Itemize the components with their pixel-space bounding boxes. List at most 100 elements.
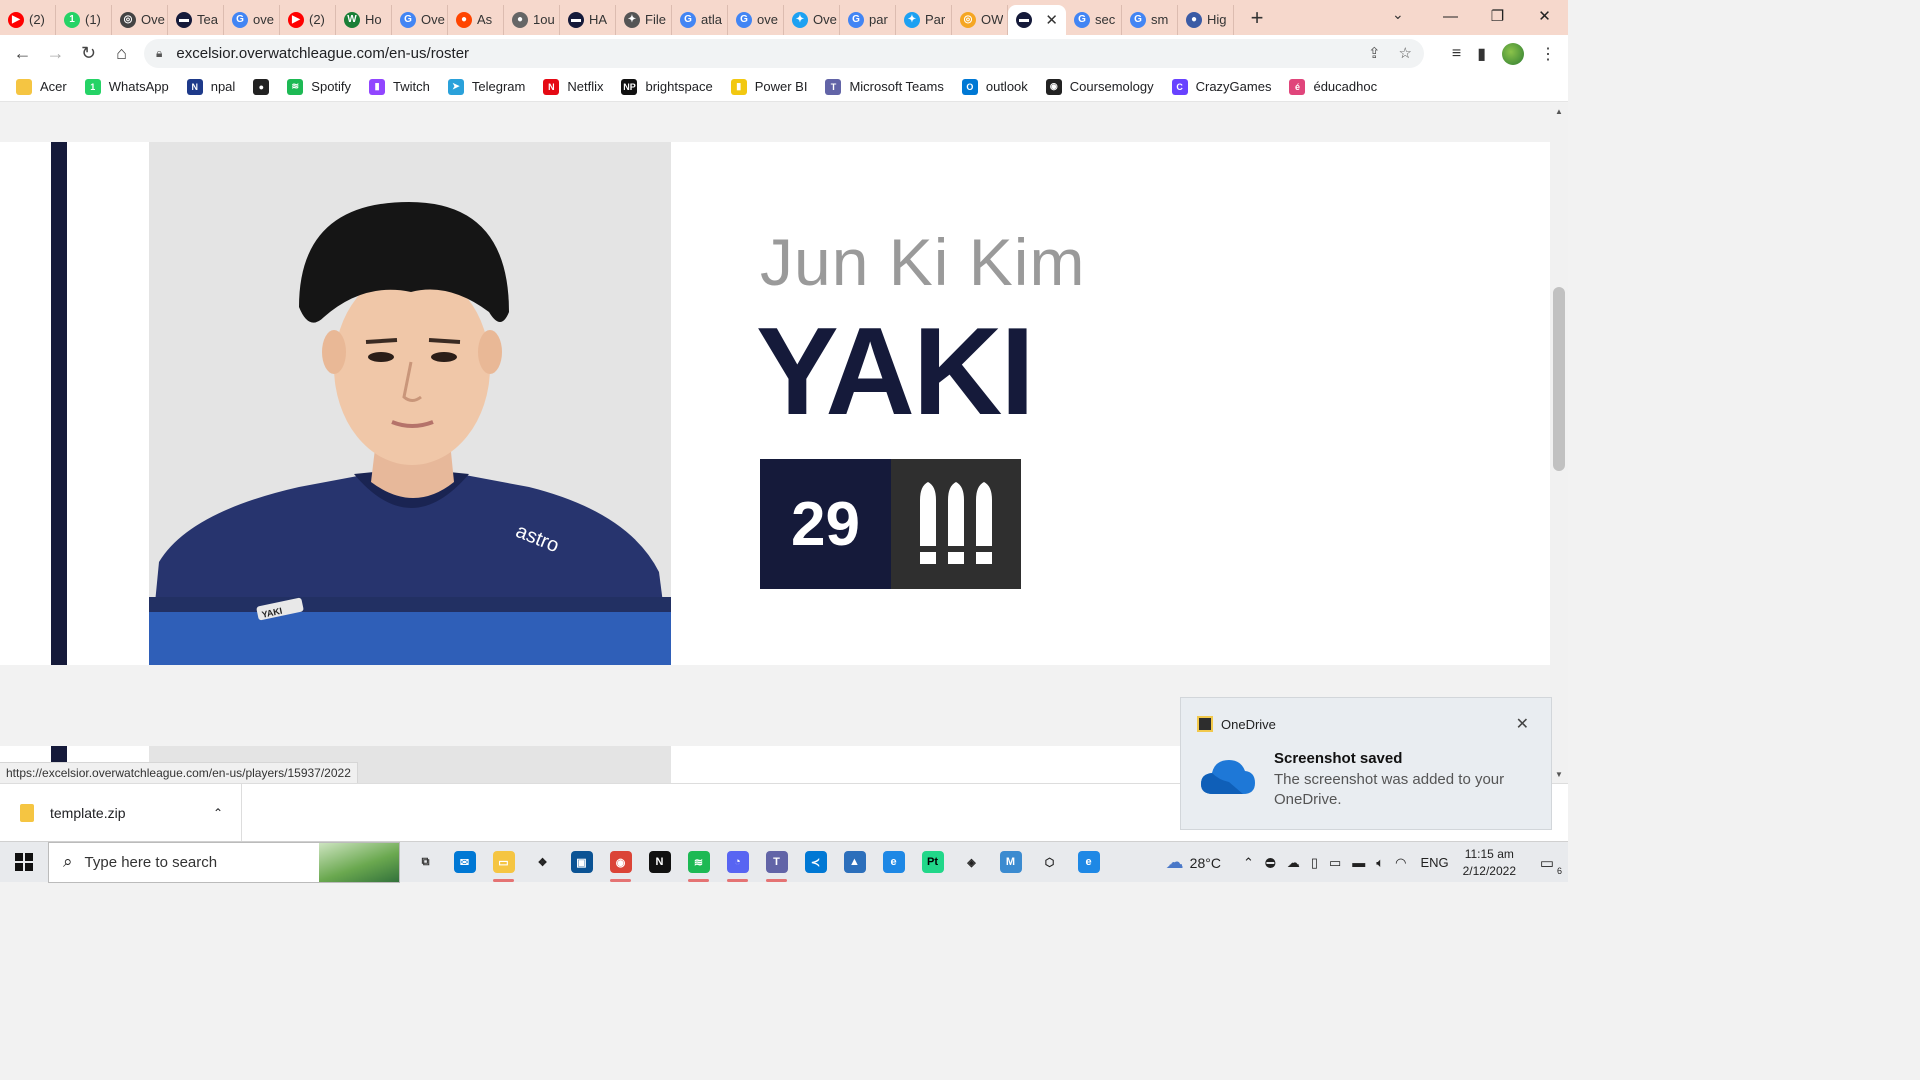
taskbar-app[interactable]: ✉ xyxy=(445,842,484,883)
notification-center-icon[interactable]: ▭ 6 xyxy=(1530,854,1564,876)
browser-tab[interactable]: Gsec xyxy=(1066,4,1122,35)
scroll-up-icon[interactable]: ▲ xyxy=(1555,107,1563,116)
player-card[interactable]: YAKI astro Jun Ki Kim YAKI 29 xyxy=(0,142,1550,665)
browser-tab[interactable]: ▬ HA xyxy=(560,4,616,35)
taskbar-app[interactable]: ◔ xyxy=(718,842,757,883)
search-placeholder: Type here to search xyxy=(84,853,218,871)
telegram-icon: ➤ xyxy=(447,78,464,95)
taskbar-app[interactable]: N xyxy=(640,842,679,883)
taskbar-search-input[interactable]: ⌕ Type here to search xyxy=(48,841,400,883)
bookmark-item[interactable]: ▮ Power BI xyxy=(730,78,807,95)
bookmark-item[interactable]: ➤ Telegram xyxy=(447,78,525,95)
taskbar-app[interactable]: ⧉ xyxy=(406,842,445,883)
bookmark-item[interactable]: ◉ Coursemology xyxy=(1045,78,1154,95)
media-control-icon[interactable]: ≡ xyxy=(1452,45,1461,63)
device-icon[interactable]: ▯ xyxy=(1311,855,1318,871)
cloud-sync-icon[interactable]: ☁ xyxy=(1287,855,1300,871)
browser-tab[interactable]: 1 (1) xyxy=(56,4,112,35)
close-tab-icon[interactable]: ✕ xyxy=(1045,11,1058,29)
bookmark-item[interactable]: N Netflix xyxy=(543,78,603,95)
share-icon[interactable]: ⇪ xyxy=(1368,44,1381,62)
browser-tab[interactable]: ● As xyxy=(448,4,504,35)
bookmark-item[interactable]: Ooutlook xyxy=(961,78,1028,95)
taskbar-app[interactable]: T xyxy=(757,842,796,883)
taskbar-app[interactable]: ≋ xyxy=(679,842,718,883)
onedrive-notification[interactable]: OneDrive ✕ Screenshot saved The screensh… xyxy=(1180,697,1552,830)
tab-title: Ove xyxy=(813,12,837,27)
taskbar-app[interactable]: e xyxy=(1069,842,1108,883)
weather-widget[interactable]: ☁ 28°C xyxy=(1166,852,1221,873)
chevron-up-icon[interactable]: ⌃ xyxy=(1243,855,1254,871)
bookmark-item[interactable]: Acer xyxy=(16,78,67,95)
side-panel-icon[interactable]: ▮ xyxy=(1477,44,1486,64)
taskbar-app[interactable]: ▭ xyxy=(484,842,523,883)
back-icon[interactable]: ← xyxy=(6,43,39,64)
browser-tab[interactable]: ▬ ✕ xyxy=(1008,4,1066,35)
clock[interactable]: 11:15 am 2/12/2022 xyxy=(1463,846,1516,880)
taskbar-app[interactable]: e xyxy=(874,842,913,883)
close-icon[interactable]: ✕ xyxy=(1516,714,1529,734)
battery-icon[interactable]: ▬ xyxy=(1352,855,1365,871)
tab-search-icon[interactable]: ⌄ xyxy=(1392,6,1404,23)
browser-tab[interactable]: ▶ (2) xyxy=(280,4,336,35)
reload-icon[interactable]: ↻ xyxy=(72,43,105,64)
taskbar-app[interactable]: ◉ xyxy=(601,842,640,883)
browser-tab[interactable]: ✦ Ove xyxy=(784,4,840,35)
forward-icon[interactable]: → xyxy=(39,43,72,64)
bookmark-item[interactable]: ● xyxy=(253,78,270,95)
restore-icon[interactable]: ❐ xyxy=(1474,0,1521,32)
browser-tab[interactable]: W Ho xyxy=(336,4,392,35)
browser-tab[interactable]: Gatla xyxy=(672,4,728,35)
page-scrollbar[interactable]: ▲ ▼ xyxy=(1550,103,1568,783)
browser-tab[interactable]: ● 1ou xyxy=(504,4,560,35)
browser-tab[interactable]: Gsm xyxy=(1122,4,1178,35)
bookmark-item[interactable]: Nnpal xyxy=(186,78,235,95)
taskbar-app[interactable]: ≺ xyxy=(796,842,835,883)
excelsior-icon: ▬ xyxy=(176,11,192,28)
taskbar-app[interactable]: M xyxy=(991,842,1030,883)
close-window-icon[interactable]: ✕ xyxy=(1521,0,1568,32)
bookmark-item[interactable]: é éducadhoc xyxy=(1289,78,1377,95)
taskbar-app[interactable]: ▲ xyxy=(835,842,874,883)
language-indicator[interactable]: ENG xyxy=(1420,855,1448,870)
browser-tab[interactable]: G Ove xyxy=(392,4,448,35)
bookmark-item[interactable]: T Microsoft Teams xyxy=(825,78,944,95)
download-item[interactable]: template.zip ⌃ xyxy=(0,784,242,842)
menu-icon[interactable]: ⋮ xyxy=(1540,44,1556,64)
browser-tab[interactable]: ◎ OW xyxy=(952,4,1008,35)
home-icon[interactable]: ⌂ xyxy=(105,43,138,64)
scrollbar-thumb[interactable] xyxy=(1553,287,1565,471)
taskbar-app[interactable]: ▣ xyxy=(562,842,601,883)
browser-tab[interactable]: ▬ Tea xyxy=(168,4,224,35)
wifi-icon[interactable]: ◠ xyxy=(1395,855,1406,871)
bookmark-item[interactable]: 1 WhatsApp xyxy=(84,78,169,95)
bookmark-star-icon[interactable]: ☆ xyxy=(1399,44,1412,62)
bookmark-item[interactable]: C CrazyGames xyxy=(1171,78,1271,95)
taskbar-app[interactable]: Pt xyxy=(913,842,952,883)
browser-tab[interactable]: Gpar xyxy=(840,4,896,35)
browser-tab[interactable]: ◎ Ove xyxy=(112,4,168,35)
minimize-icon[interactable]: — xyxy=(1427,0,1474,32)
taskbar-app[interactable]: ⬡ xyxy=(1030,842,1069,883)
browser-tab[interactable]: Gove xyxy=(224,4,280,35)
bookmark-item[interactable]: ≋ Spotify xyxy=(287,78,351,95)
browser-tab[interactable]: ● Hig xyxy=(1178,4,1234,35)
browser-tab[interactable]: ▶ (2) xyxy=(0,4,56,35)
volume-icon[interactable]: 🔈︎ xyxy=(1376,855,1384,871)
scroll-down-icon[interactable]: ▼ xyxy=(1555,770,1563,779)
address-bar[interactable]: 🔒︎ excelsior.overwatchleague.com/en-us/r… xyxy=(144,39,1424,68)
browser-tab[interactable]: Gove xyxy=(728,4,784,35)
taskbar-app[interactable]: ◈ xyxy=(952,842,991,883)
bookmark-item[interactable]: NP brightspace xyxy=(621,78,713,95)
bookmark-item[interactable]: ▮ Twitch xyxy=(369,78,430,95)
browser-tab[interactable]: ✦ File xyxy=(616,4,672,35)
lock-icon[interactable]: 🔒︎ xyxy=(156,46,162,61)
windows-start-icon[interactable] xyxy=(0,842,48,883)
profile-avatar[interactable] xyxy=(1502,43,1524,65)
taskbar-app[interactable]: ❖ xyxy=(523,842,562,883)
usb-icon[interactable]: ⛔︎ xyxy=(1265,855,1276,871)
browser-tab[interactable]: ✦ Par xyxy=(896,4,952,35)
chevron-up-icon[interactable]: ⌃ xyxy=(213,806,223,820)
new-tab-icon[interactable]: + xyxy=(1242,5,1272,31)
display-icon[interactable]: ▭ xyxy=(1329,855,1341,871)
